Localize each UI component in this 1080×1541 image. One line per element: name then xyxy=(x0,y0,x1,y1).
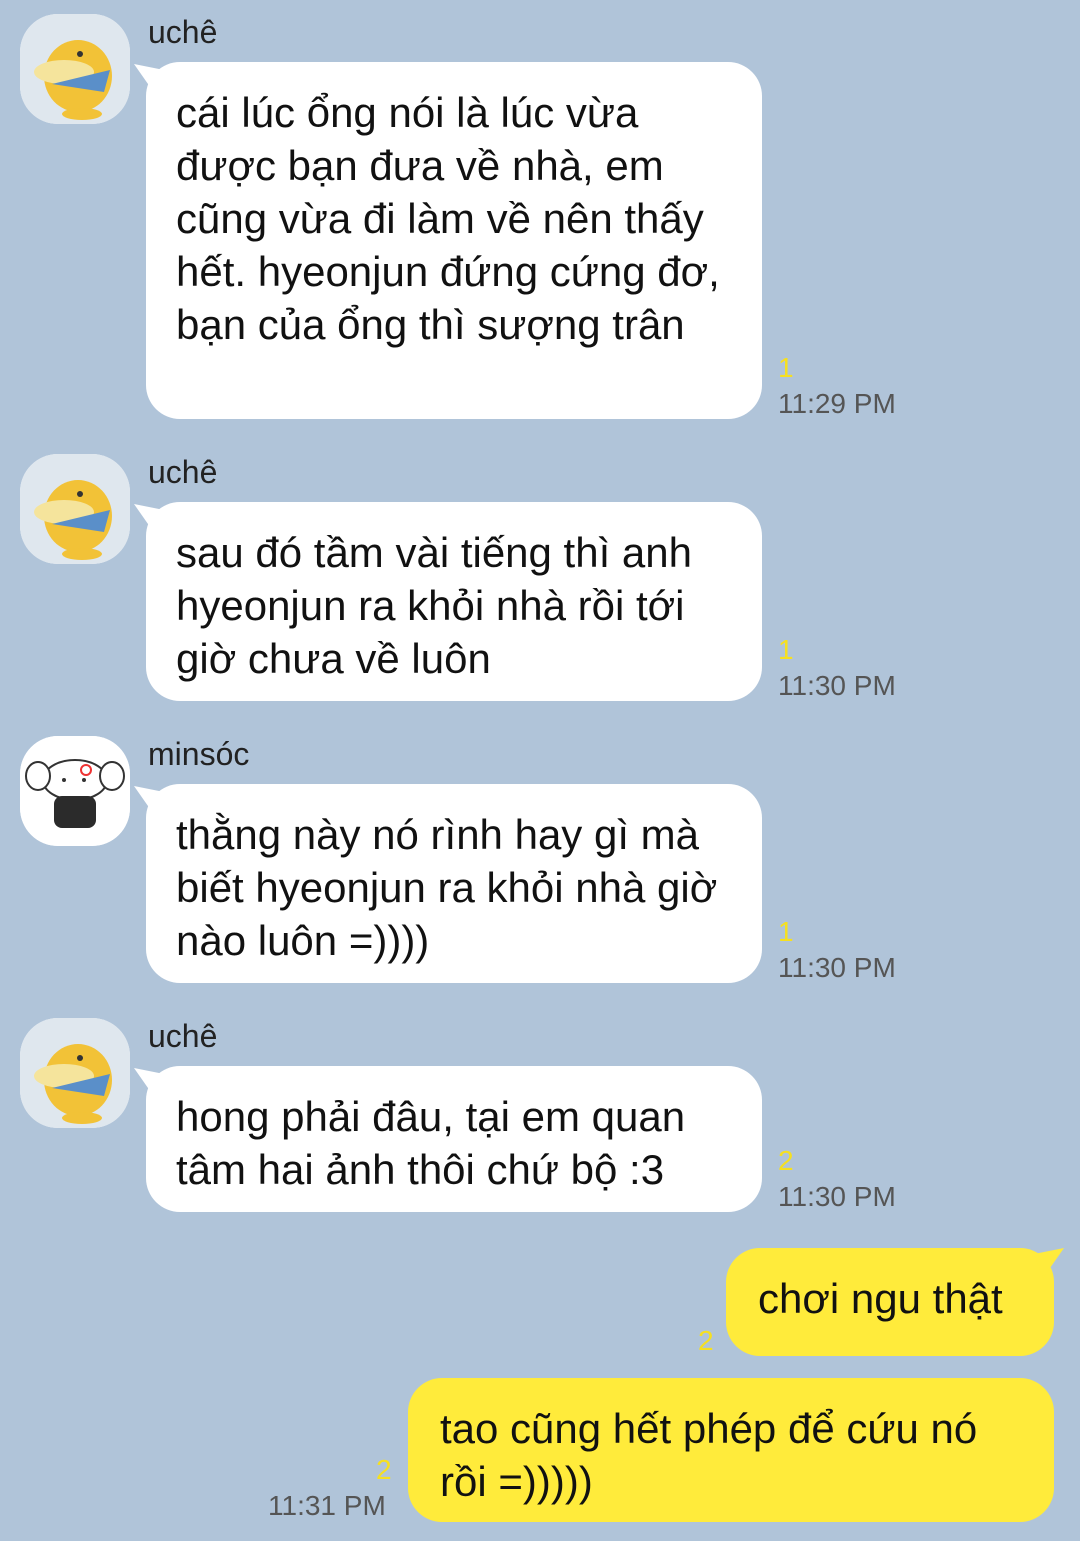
psyduck-avatar-icon xyxy=(20,14,130,124)
avatar[interactable] xyxy=(20,1018,130,1128)
message-time: 11:29 PM xyxy=(778,388,896,419)
message-bubble[interactable]: cái lúc ổng nói là lúc vừa được bạn đưa … xyxy=(146,62,762,419)
unread-count: 2 xyxy=(376,1454,392,1485)
avatar[interactable] xyxy=(20,14,130,124)
message-bubble[interactable]: hong phải đâu, tại em quan tâm hai ảnh t… xyxy=(146,1066,762,1212)
puppy-avatar-icon xyxy=(20,736,130,846)
sender-name: uchê xyxy=(148,1018,218,1054)
message-bubble[interactable]: chơi ngu thật xyxy=(726,1248,1054,1356)
unread-count: 2 xyxy=(778,1145,794,1176)
avatar[interactable] xyxy=(20,454,130,564)
unread-count: 1 xyxy=(778,352,794,383)
avatar[interactable] xyxy=(20,736,130,846)
sender-name: minsóc xyxy=(148,736,250,772)
message-time: 11:30 PM xyxy=(778,952,896,983)
unread-count: 1 xyxy=(778,634,794,665)
message-time: 11:30 PM xyxy=(778,1181,896,1212)
message-bubble[interactable]: thằng này nó rình hay gì mà biết hyeonju… xyxy=(146,784,762,983)
message-time: 11:30 PM xyxy=(778,670,896,701)
unread-count: 2 xyxy=(698,1325,714,1356)
psyduck-avatar-icon xyxy=(20,1018,130,1128)
sender-name: uchê xyxy=(148,14,218,50)
psyduck-avatar-icon xyxy=(20,454,130,564)
message-time: 11:31 PM xyxy=(268,1490,386,1521)
message-bubble[interactable]: tao cũng hết phép để cứu nó rồi =))))) xyxy=(408,1378,1054,1522)
unread-count: 1 xyxy=(778,916,794,947)
sender-name: uchê xyxy=(148,454,218,490)
message-bubble[interactable]: sau đó tầm vài tiếng thì anh hyeonjun ra… xyxy=(146,502,762,701)
